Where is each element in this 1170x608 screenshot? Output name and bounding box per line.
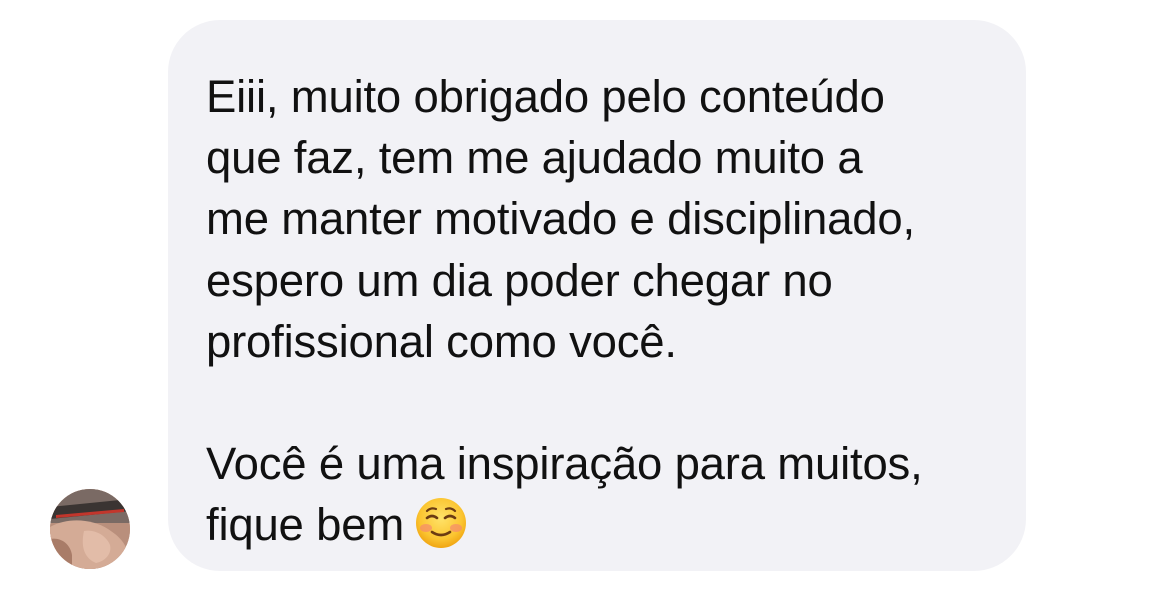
message-bubble[interactable]: Eiii, muito obrigado pelo conteúdo que f… [168,20,1026,571]
avatar-photo [50,489,130,569]
message-line: Você é uma inspiração para muitos, [206,438,923,490]
message-line: fique bem [206,499,405,551]
message-paragraph-2: Você é uma inspiração para muitos, fique … [206,433,1026,555]
smiling-face-icon [414,496,468,550]
message-paragraph-1: Eiii, muito obrigado pelo conteúdo que f… [206,71,915,367]
avatar[interactable] [50,489,130,569]
